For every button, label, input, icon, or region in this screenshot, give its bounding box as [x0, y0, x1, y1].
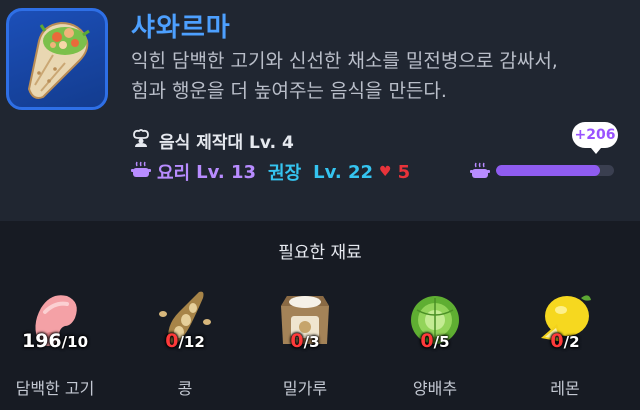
chef-icon: [131, 128, 151, 152]
material-count: 0/3: [250, 330, 360, 352]
crafting-station: 음식 제작대 Lv. 4: [131, 128, 294, 153]
materials-title: 필요한 재료: [278, 243, 362, 263]
material-slot[interactable]: 0/3 밀가루: [250, 280, 360, 410]
xp-progress-fill: [496, 165, 600, 176]
material-count: 196/10: [0, 330, 110, 352]
material-need: /10: [61, 333, 89, 351]
xp-progress-bar: [496, 165, 614, 176]
material-count: 0/12: [130, 330, 240, 352]
material-count: 0/5: [380, 330, 490, 352]
materials-list: 196/10 담백한 고기 0/12 콩 0/3 밀가루 0/5 양배추 0/2…: [0, 280, 640, 410]
material-have: 196: [21, 330, 62, 352]
material-name: 밀가루: [282, 379, 328, 398]
material-name: 담백한 고기: [15, 379, 95, 398]
recommended-label: 권장: [268, 163, 302, 184]
recommended-level: Lv. 22: [313, 161, 374, 183]
item-description: 익힌 담백한 고기와 신선한 채소를 밀전병으로 감싸서, 힘과 행운을 더 높…: [131, 46, 621, 106]
heart-icon: ♥: [379, 164, 392, 180]
station-label: 음식 제작대 Lv. 4: [159, 132, 294, 153]
cooking-skill-label: 요리: [157, 163, 191, 184]
shawarma-wrap-icon: [6, 8, 108, 110]
material-slot[interactable]: 196/10 담백한 고기: [0, 280, 110, 410]
material-count: 0/2: [510, 330, 620, 352]
material-need: /2: [563, 333, 580, 351]
material-slot[interactable]: 0/2 레몬: [510, 280, 620, 410]
cooking-pot-icon: [131, 161, 151, 184]
cooking-pot-icon: [470, 162, 490, 184]
material-have: 0: [290, 330, 304, 352]
material-have: 0: [420, 330, 434, 352]
level-deficit: 5: [397, 161, 411, 183]
description-line: 익힌 담백한 고기와 신선한 채소를 밀전병으로 감싸서,: [131, 50, 558, 72]
cooking-skill-level: Lv. 13: [196, 161, 257, 183]
item-title: 샤와르마: [131, 13, 231, 43]
material-need: /5: [433, 333, 450, 351]
material-have: 0: [550, 330, 564, 352]
material-name: 레몬: [550, 379, 580, 398]
description-line: 힘과 행운을 더 높여주는 음식을 만든다.: [131, 80, 447, 102]
material-name: 콩: [177, 379, 193, 398]
level-requirements: 요리 Lv. 13 권장 Lv. 22 ♥ 5: [131, 160, 410, 184]
material-need: /12: [178, 333, 205, 351]
material-name: 양배추: [412, 379, 458, 398]
material-slot[interactable]: 0/5 양배추: [380, 280, 490, 410]
material-need: /3: [303, 333, 320, 351]
xp-gain-badge: +206: [572, 122, 618, 154]
material-slot[interactable]: 0/12 콩: [130, 280, 240, 410]
material-have: 0: [165, 330, 179, 352]
